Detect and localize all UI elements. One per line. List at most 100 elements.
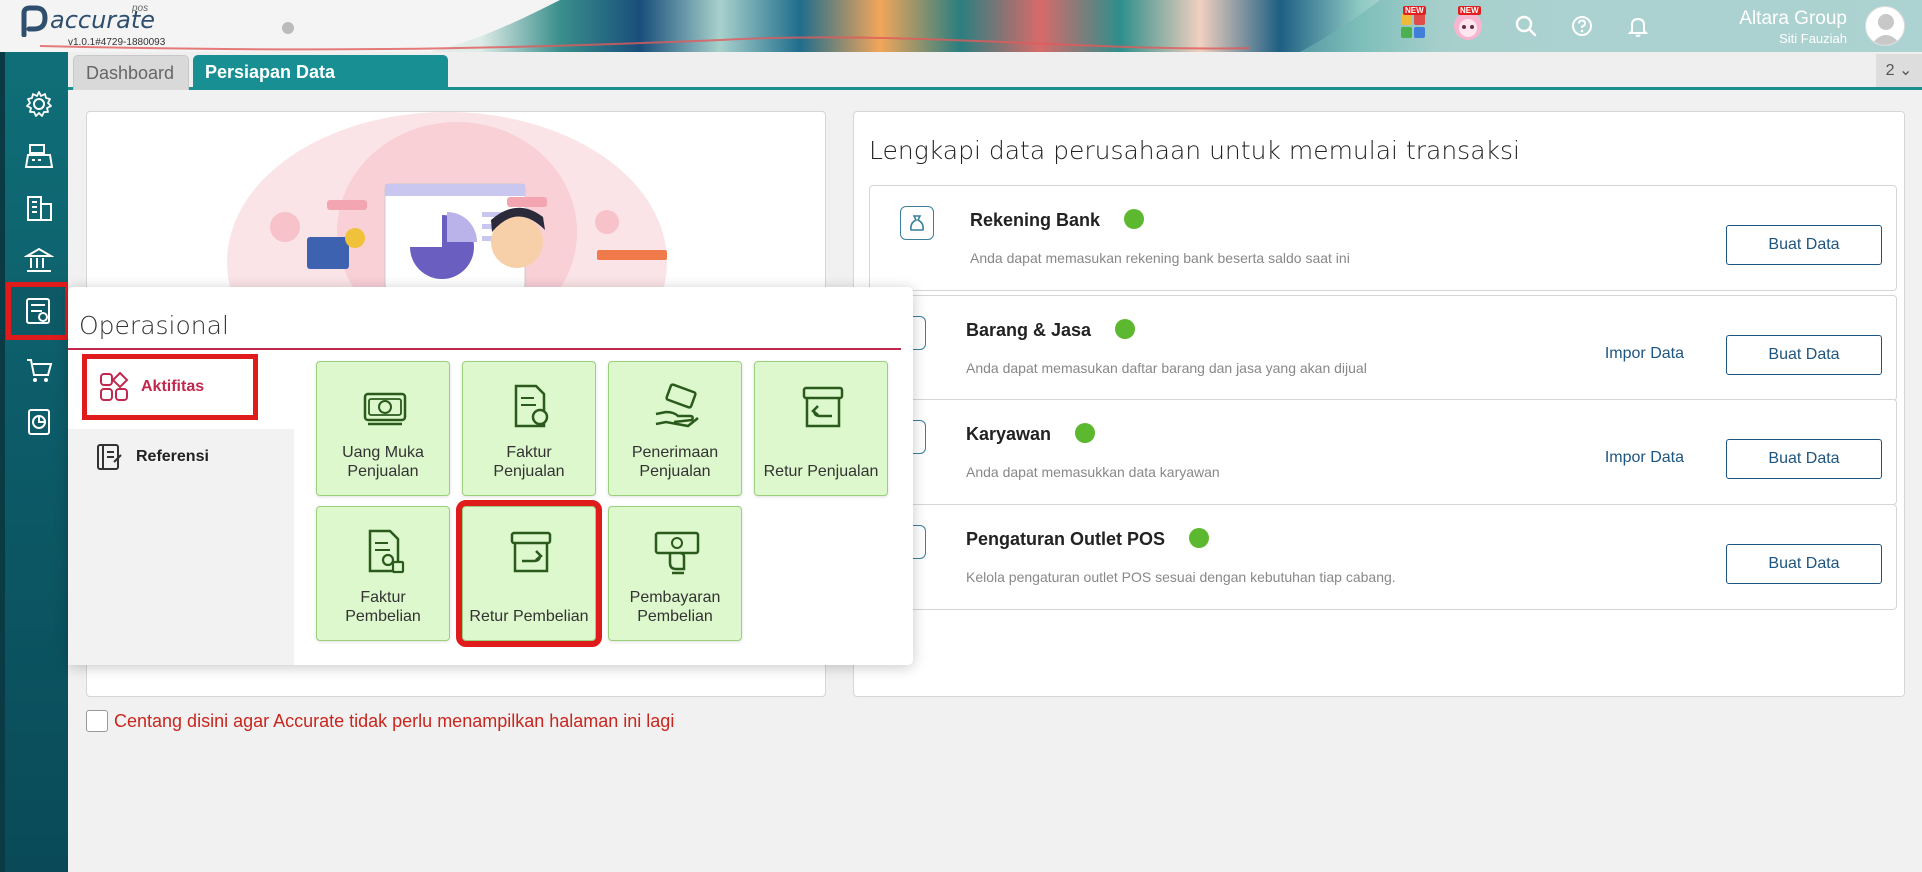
popup-title: Operasional (79, 311, 229, 340)
impor-data-link-barang-jasa[interactable]: Impor Data (1605, 345, 1684, 363)
setup-title: Lengkapi data perusahaan untuk memulai t… (869, 136, 1520, 165)
help-icon (1572, 16, 1592, 36)
company-setup-card: Lengkapi data perusahaan untuk memulai t… (853, 111, 1905, 697)
setup-item-desc: Kelola pengaturan outlet POS sesuai deng… (966, 569, 1396, 585)
money-bag-icon (900, 206, 934, 240)
tile-label: Pembayaran Pembelian (609, 588, 741, 626)
return-box-icon (802, 386, 844, 428)
setup-item-rekening-bank: Rekening Bank Anda dapat memasukan reken… (869, 185, 1897, 291)
user-name: Siti Fauziah (1779, 31, 1847, 46)
cash-register-icon (24, 144, 54, 168)
check-circle-icon (1189, 528, 1210, 549)
header-dot (282, 22, 294, 34)
tile-label-line-1: Pembayaran (629, 589, 721, 606)
tile-label: Faktur Penjualan (463, 443, 595, 481)
sidebar-item-bank[interactable] (17, 238, 61, 282)
pay-money-icon (654, 531, 700, 575)
setup-item-desc: Anda dapat memasukan daftar barang dan j… (966, 360, 1367, 376)
assistant-new-button[interactable]: NEW (1452, 6, 1484, 42)
setup-item-title-text: Barang & Jasa (966, 320, 1092, 340)
setup-item-karyawan: Karyawan Anda dapat memasukkan data kary… (869, 399, 1897, 505)
onboarding-illustration (227, 112, 667, 412)
operasional-menu-popup: Operasional Aktifitas Referensi Uang Muk… (68, 287, 913, 665)
search-button[interactable] (1510, 10, 1542, 42)
buat-data-button-rekening-bank[interactable]: Buat Data (1726, 225, 1882, 265)
open-tab-count-dropdown[interactable]: 2 ⌄ (1876, 54, 1922, 87)
sidebar-item-company[interactable] (17, 186, 61, 230)
user-avatar-icon (1871, 14, 1901, 45)
buat-data-button-outlet-pos[interactable]: Buat Data (1726, 544, 1882, 584)
tile-label: Faktur Pembelian (317, 588, 449, 626)
tile-uang-muka-penjualan[interactable]: Uang Muka Penjualan (316, 361, 450, 496)
setup-item-title-text: Rekening Bank (970, 210, 1101, 230)
gear-icon (26, 91, 52, 117)
tile-label: Uang Muka Penjualan (317, 443, 449, 481)
category-referensi[interactable]: Referensi (82, 427, 258, 487)
setup-item-title: Pengaturan Outlet POS (966, 528, 1210, 550)
tile-label: Retur Pembelian (469, 608, 589, 625)
check-circle-icon (1075, 423, 1096, 444)
category-aktifitas-label: Aktifitas (141, 378, 205, 395)
new-badge: NEW (1403, 6, 1426, 15)
sidebar-item-purchase[interactable] (17, 348, 61, 392)
help-button[interactable] (1566, 10, 1598, 42)
tab-persiapan-data[interactable]: Persiapan Data Perusahaan (193, 55, 448, 116)
company-info[interactable]: Altara Group Siti Fauziah (1739, 8, 1847, 46)
tab-dashboard[interactable]: Dashboard (73, 55, 189, 90)
search-icon (1515, 15, 1537, 37)
setup-item-title-text: Pengaturan Outlet POS (966, 529, 1166, 549)
apps-new-button[interactable]: NEW (1397, 6, 1429, 42)
tile-label-line-2: Pembelian (637, 608, 713, 625)
sidebar-item-cashier[interactable] (17, 134, 61, 178)
bell-icon (1627, 17, 1649, 37)
tile-label-line-1: Faktur (360, 589, 406, 606)
setup-item-desc: Anda dapat memasukkan data karyawan (966, 464, 1220, 480)
setup-item-desc: Anda dapat memasukan rekening bank beser… (970, 250, 1350, 266)
new-badge: NEW (1458, 6, 1481, 15)
setup-item-title-text: Karyawan (966, 424, 1052, 444)
user-avatar[interactable] (1865, 6, 1905, 46)
setup-item-title: Karyawan (966, 423, 1096, 445)
sidebar-item-reports[interactable] (17, 400, 61, 444)
version-label: v1.0.1#4729-1880093 (68, 37, 166, 48)
buat-data-button-karyawan[interactable]: Buat Data (1726, 439, 1882, 479)
dont-show-again[interactable]: Centang disini agar Accurate tidak perlu… (86, 710, 674, 732)
tile-penerimaan-penjualan[interactable]: Penerimaan Penjualan (608, 361, 742, 496)
tile-retur-pembelian[interactable]: Retur Pembelian (456, 500, 602, 647)
setup-item-title: Rekening Bank (970, 209, 1145, 231)
tile-faktur-penjualan[interactable]: Faktur Penjualan (462, 361, 596, 496)
sidebar-item-settings[interactable] (17, 82, 61, 126)
accurate-logo-icon (21, 5, 48, 37)
report-icon (28, 409, 50, 435)
category-aktifitas[interactable]: Aktifitas (82, 354, 258, 420)
check-circle-icon (1115, 319, 1136, 340)
cash-stack-icon (363, 392, 407, 426)
dont-show-again-checkbox[interactable] (86, 710, 108, 732)
return-purchase-box-icon (510, 531, 552, 573)
purchase-invoice-icon (368, 529, 405, 574)
tile-label-line-1: Uang Muka (342, 444, 424, 461)
tile-label-line-2: Penjualan (347, 463, 419, 480)
tile-label-line-2: Pembelian (345, 608, 421, 625)
impor-data-link-karyawan[interactable]: Impor Data (1605, 449, 1684, 467)
tile-faktur-pembelian[interactable]: Faktur Pembelian (316, 506, 450, 641)
notification-button[interactable] (1622, 10, 1654, 42)
check-circle-icon (1124, 209, 1145, 230)
tile-label-line-1: Faktur (506, 444, 552, 461)
popup-divider (68, 348, 901, 350)
tile-pembayaran-pembelian[interactable]: Pembayaran Pembelian (608, 506, 742, 641)
receive-payment-icon (655, 383, 699, 428)
cart-icon (27, 359, 53, 382)
tile-label: Penerimaan Penjualan (609, 443, 741, 481)
invoice-icon (514, 384, 549, 428)
operations-icon (26, 298, 50, 324)
setup-item-outlet-pos: Pengaturan Outlet POS Kelola pengaturan … (869, 504, 1897, 610)
tile-retur-penjualan[interactable]: Retur Penjualan (754, 361, 888, 496)
logo-pos-suffix: pos (132, 3, 149, 14)
sidebar-item-operasional[interactable] (6, 282, 70, 340)
tab-bar: Dashboard Persiapan Data Perusahaan 2 ⌄ (68, 52, 1922, 116)
activity-grid-icon (100, 372, 129, 401)
buat-data-button-barang-jasa[interactable]: Buat Data (1726, 335, 1882, 375)
assistant-avatar-icon (1454, 12, 1482, 40)
apps-grid-icon (1401, 14, 1425, 38)
